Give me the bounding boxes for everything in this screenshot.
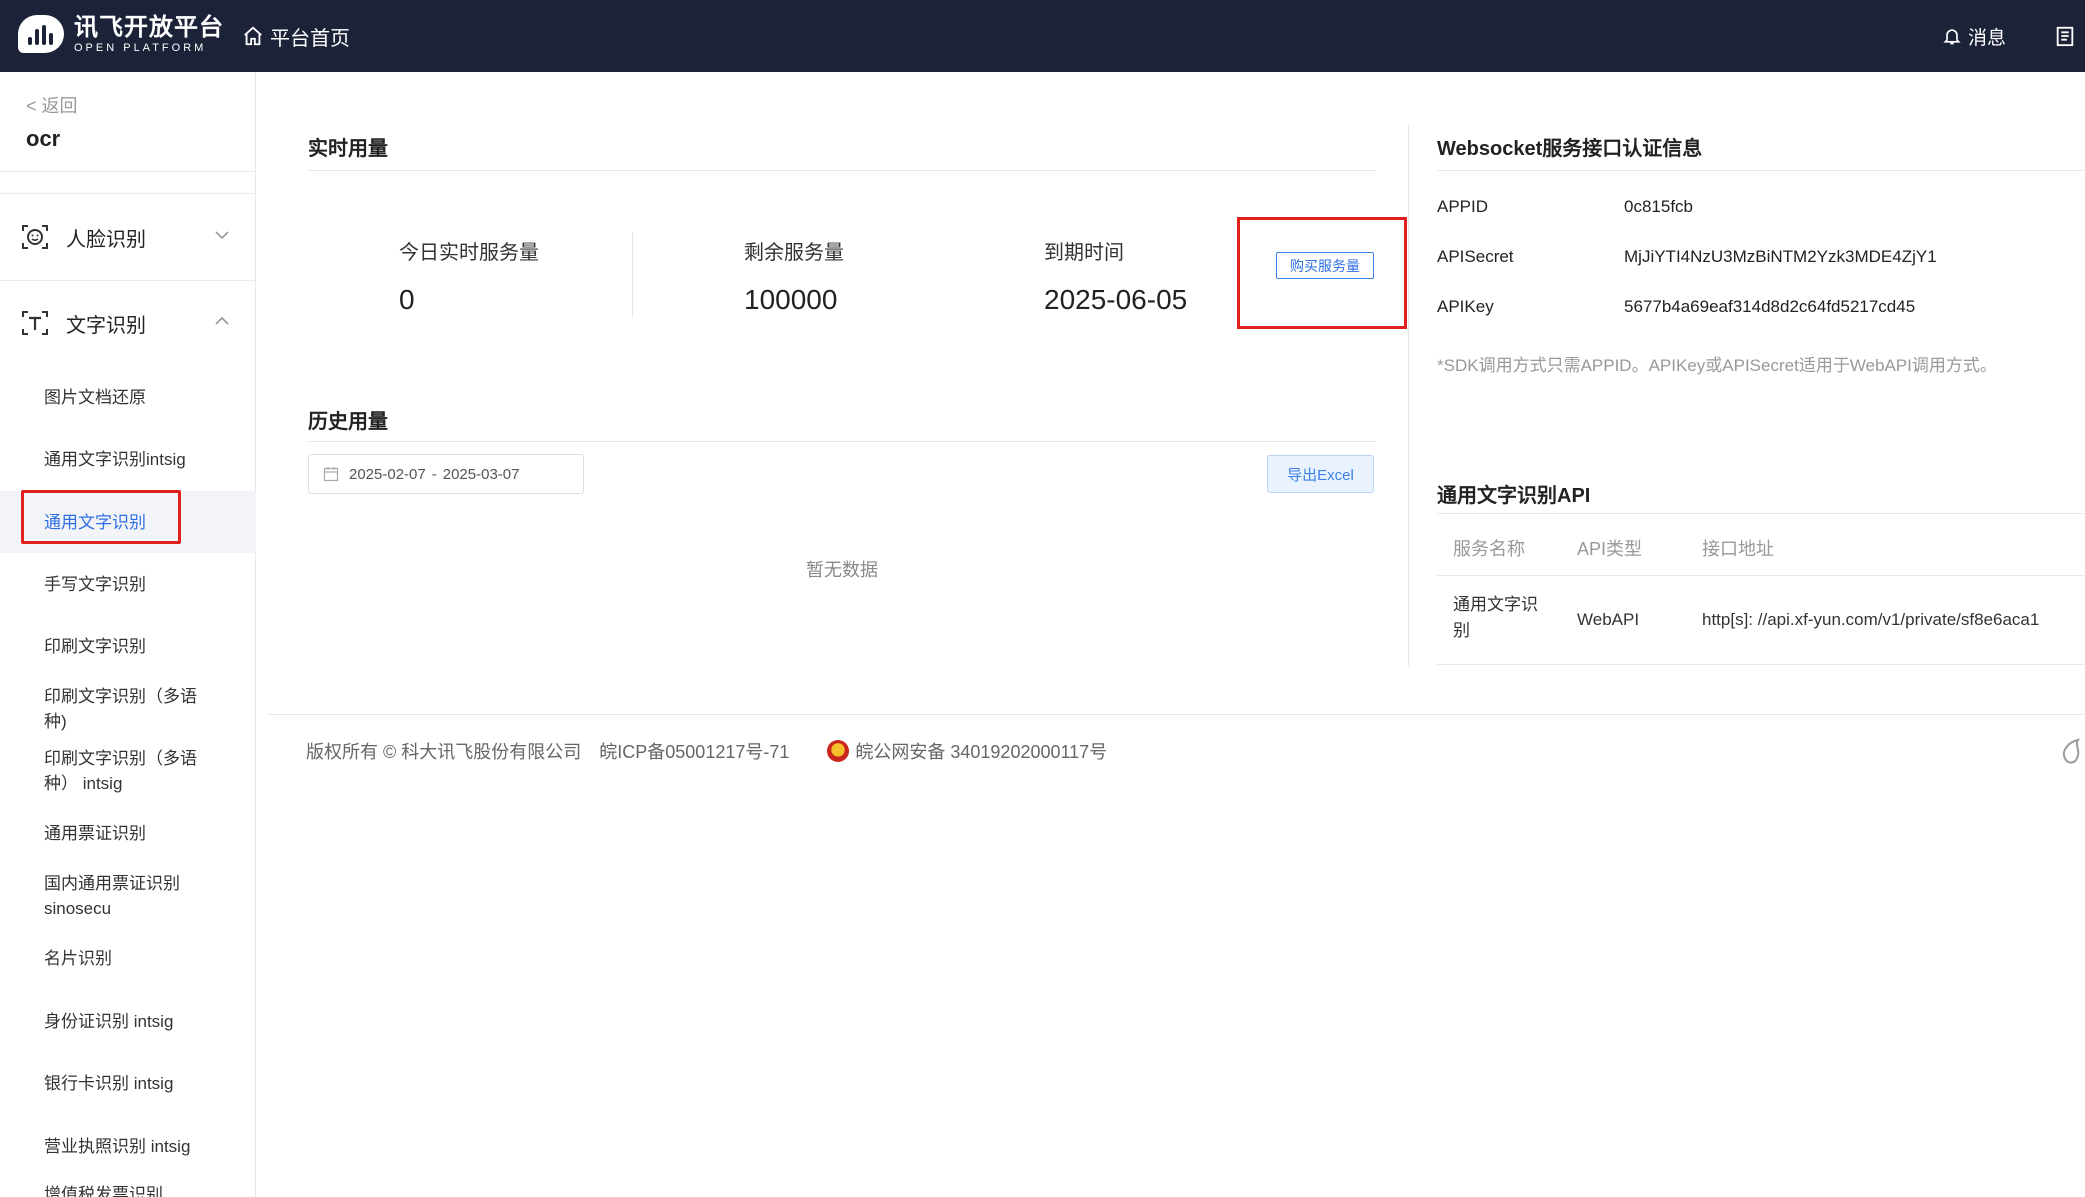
export-excel-button[interactable]: 导出Excel (1267, 455, 1374, 493)
sidebar-item[interactable]: 名片识别 (44, 946, 204, 971)
remaining-usage-label: 剩余服务量 (744, 242, 844, 264)
remaining-usage-value: 100000 (744, 284, 838, 315)
logo-mark-icon (18, 13, 66, 57)
chevron-up-icon (215, 316, 229, 325)
divider (1437, 170, 2085, 171)
date-range-picker[interactable]: 2025-02-07 - 2025-03-07 (308, 454, 584, 494)
document-icon (2056, 26, 2074, 47)
api-header-url: 接口地址 (1702, 539, 1774, 559)
divider (308, 170, 1376, 171)
appid-value[interactable]: 0c815fcb (1624, 197, 1693, 217)
api-type-value: WebAPI (1577, 610, 1640, 629)
sidebar-item[interactable]: 营业执照识别 intsig (44, 1134, 244, 1159)
chevron-down-icon (215, 231, 229, 240)
divider (632, 232, 633, 318)
sidebar-item[interactable]: 增值税发票识别 (44, 1182, 204, 1197)
back-link[interactable]: < 返回 (26, 92, 78, 118)
sidebar-item[interactable]: 手写文字识别 (44, 572, 204, 597)
api-header-type: API类型 (1577, 539, 1643, 559)
calendar-icon (323, 467, 339, 482)
icp-link[interactable]: 皖ICP备05001217号-71 (599, 738, 789, 764)
feedback-icon[interactable] (2062, 738, 2084, 764)
expiry-date-value: 2025-06-05 (1044, 284, 1188, 315)
platform-home-label: 平台首页 (270, 27, 350, 50)
messages-label: 消息 (1968, 27, 2007, 49)
logo-subtitle: OPEN PLATFORM (74, 42, 207, 54)
api-header-name: 服务名称 (1453, 539, 1525, 559)
sidebar-item[interactable]: 国内通用票证识别 sinosecu (44, 871, 204, 921)
appid-label: APPID (1437, 197, 1489, 216)
today-usage-label: 今日实时服务量 (399, 242, 539, 264)
sidebar-item[interactable]: 印刷文字识别（多语种) (44, 684, 204, 734)
empty-state-text: 暂无数据 (806, 560, 878, 580)
date-range-start: 2025-02-07 (349, 465, 426, 483)
app-name: ocr (26, 126, 61, 151)
divider (308, 441, 1376, 442)
sidebar-item-active[interactable]: 通用文字识别 (44, 510, 204, 535)
footer: 版权所有 © 科大讯飞股份有限公司 皖ICP备05001217号-71 皖公网安… (306, 738, 1107, 764)
apikey-label: APIKey (1437, 297, 1494, 316)
date-range-end: 2025-03-07 (442, 465, 520, 483)
sidebar-group-label: 人脸识别 (66, 228, 146, 251)
footer-divider (268, 714, 2085, 715)
logo-title: 讯飞开放平台 (74, 14, 224, 41)
home-icon (244, 26, 262, 46)
apisecret-label: APISecret (1437, 247, 1514, 266)
date-range-separator: - (431, 465, 437, 483)
today-usage-value: 0 (399, 284, 415, 315)
api-service-name: 通用文字识 (1453, 595, 1538, 614)
apisecret-value[interactable]: MjJiYTI4NzU3MzBiNTM2Yzk3MDE4ZjY1 (1624, 247, 1937, 267)
sdk-note: *SDK调用方式只需APPID。APIKey或APISecret适用于WebAP… (1437, 356, 1997, 375)
apikey-value[interactable]: 5677b4a69eaf314d8d2c64fd5217cd45 (1624, 297, 1915, 317)
platform-logo[interactable]: 讯飞开放平台 OPEN PLATFORM (18, 12, 224, 58)
copyright-text: 版权所有 © 科大讯飞股份有限公司 (306, 742, 582, 762)
sidebar-item[interactable]: 通用票证识别 (44, 821, 204, 846)
top-navigation-bar: 讯飞开放平台 OPEN PLATFORM 平台首页 消息 (0, 0, 2085, 72)
divider (1408, 124, 1409, 666)
sidebar-item[interactable]: 银行卡识别 intsig (44, 1071, 244, 1096)
api-url-value[interactable]: http[s]: //api.xf-yun.com/v1/private/sf8… (1702, 607, 2039, 633)
sidebar-divider (0, 171, 256, 172)
table-row: 通用文字识 别 (1453, 592, 1538, 644)
sidebar: < 返回 ocr 人脸识别 文字识别 图片文档还原 通用文字识别intsig 通… (0, 72, 256, 1197)
sidebar-item[interactable]: 印刷文字识别（多语种） intsig (44, 746, 204, 796)
text-scan-icon (22, 311, 48, 335)
messages-link[interactable]: 消息 (1942, 18, 2006, 54)
divider (1437, 513, 2085, 514)
sidebar-item[interactable]: 图片文档还原 (44, 385, 204, 410)
police-badge-icon (827, 740, 850, 762)
realtime-usage-title: 实时用量 (308, 138, 388, 160)
api-service-name-cont: 别 (1453, 621, 1470, 640)
api-section-title: 通用文字识别API (1437, 485, 1591, 507)
history-usage-title: 历史用量 (308, 411, 388, 433)
buy-service-button[interactable]: 购买服务量 (1276, 252, 1374, 279)
expiry-date-label: 到期时间 (1044, 242, 1124, 264)
documents-link[interactable] (2054, 18, 2076, 54)
websocket-auth-title: Websocket服务接口认证信息 (1437, 138, 1703, 160)
face-scan-icon (22, 225, 48, 249)
sidebar-item[interactable]: 印刷文字识别 (44, 634, 204, 659)
divider (1437, 575, 2085, 576)
sidebar-group-face-recognition[interactable]: 人脸识别 (0, 194, 256, 280)
platform-home-link[interactable]: 平台首页 (242, 18, 350, 54)
sidebar-group-label: 文字识别 (66, 314, 146, 337)
sidebar-group-text-recognition[interactable]: 文字识别 (0, 280, 256, 366)
police-record-link[interactable]: 皖公网安备 34019202000117号 (855, 738, 1107, 764)
sidebar-item[interactable]: 身份证识别 intsig (44, 1009, 244, 1034)
bell-icon (1943, 29, 1961, 45)
sidebar-item[interactable]: 通用文字识别intsig (44, 447, 244, 472)
divider (1437, 664, 2085, 665)
